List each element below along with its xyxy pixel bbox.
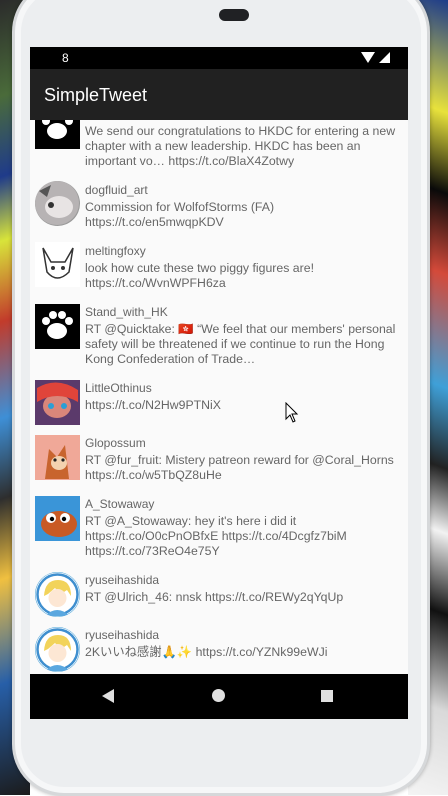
- tweet-text: look how cute these two piggy figures ar…: [85, 261, 314, 290]
- paw-logo-avatar[interactable]: [35, 304, 80, 349]
- tweet-item[interactable]: ryuseihashida RT @Ulrich_46: nnsk https:…: [30, 568, 408, 624]
- colorful-character-avatar[interactable]: [35, 380, 80, 425]
- earpiece-speaker: [219, 9, 249, 21]
- tweet-item[interactable]: meltingfoxy look how cute these two pigg…: [30, 238, 408, 298]
- tweet-item[interactable]: We send our congratulations to HKDC for …: [30, 120, 408, 175]
- tweet-text: RT @fur_fruit: Mistery patreon reward fo…: [85, 453, 394, 482]
- cell-signal-icon: [379, 52, 390, 63]
- wifi-icon: [361, 52, 375, 63]
- mouse-cursor-icon: [285, 402, 299, 423]
- paw-logo-avatar[interactable]: [35, 120, 80, 149]
- tweet-text: RT @Ulrich_46: nnsk https://t.co/REWy2qY…: [85, 590, 344, 604]
- tweet-item[interactable]: Glopossum RT @fur_fruit: Mistery patreon…: [30, 431, 408, 491]
- tweet-text: RT @Quicktake: 🇭🇰 “We feel that our memb…: [85, 322, 396, 366]
- tweet-username[interactable]: ryuseihashida: [85, 573, 159, 587]
- tweet-item[interactable]: ryuseihashida 2Kいいね感謝🙏✨ https://t.co/YZN…: [30, 623, 408, 674]
- app-bar: SimpleTweet: [30, 69, 408, 120]
- tweet-username[interactable]: dogfluid_art: [85, 183, 148, 197]
- blonde-anime-avatar[interactable]: [35, 572, 80, 617]
- status-bar: 8: [30, 47, 408, 69]
- orange-creature-avatar[interactable]: [35, 496, 80, 541]
- tweet-text: RT @A_Stowaway: hey it's here i did it h…: [85, 514, 347, 558]
- sketch-fox-avatar[interactable]: [35, 242, 80, 287]
- home-icon[interactable]: [212, 689, 225, 702]
- phone-screen: 8 SimpleTweet We send our congratulation…: [30, 47, 408, 719]
- tweet-username[interactable]: Glopossum: [85, 436, 146, 450]
- tweet-item[interactable]: dogfluid_art Commission for WolfofStorms…: [30, 177, 408, 237]
- tweet-text: 2Kいいね感謝🙏✨ https://t.co/YZNk99eWJi: [85, 645, 328, 659]
- tweet-username[interactable]: meltingfoxy: [85, 244, 146, 258]
- tweet-username[interactable]: LittleOthinus: [85, 381, 152, 395]
- tweet-username[interactable]: Stand_with_HK: [85, 305, 168, 319]
- back-icon[interactable]: [102, 689, 114, 703]
- tweet-list[interactable]: We send our congratulations to HKDC for …: [30, 120, 408, 674]
- tweet-username[interactable]: A_Stowaway: [85, 497, 154, 511]
- app-title: SimpleTweet: [44, 85, 148, 105]
- tweet-text: We send our congratulations to HKDC for …: [85, 124, 396, 168]
- navigation-bar: [30, 674, 408, 719]
- tweet-item[interactable]: Stand_with_HK RT @Quicktake: 🇭🇰 “We feel…: [30, 300, 408, 376]
- tweet-item[interactable]: A_Stowaway RT @A_Stowaway: hey it's here…: [30, 492, 408, 576]
- status-icons: [361, 52, 390, 63]
- tweet-text: https://t.co/N2Hw9PTNiX: [85, 398, 221, 412]
- tweet-item[interactable]: LittleOthinus https://t.co/N2Hw9PTNiX: [30, 376, 408, 432]
- fox-portrait-avatar[interactable]: [35, 435, 80, 480]
- blonde-anime-avatar[interactable]: [35, 627, 80, 672]
- tweet-text: Commission for WolfofStorms (FA) https:/…: [85, 200, 275, 229]
- status-time: 8: [62, 51, 69, 65]
- tweet-username[interactable]: ryuseihashida: [85, 628, 159, 642]
- recents-icon[interactable]: [321, 690, 333, 702]
- grey-creature-avatar[interactable]: [35, 181, 80, 226]
